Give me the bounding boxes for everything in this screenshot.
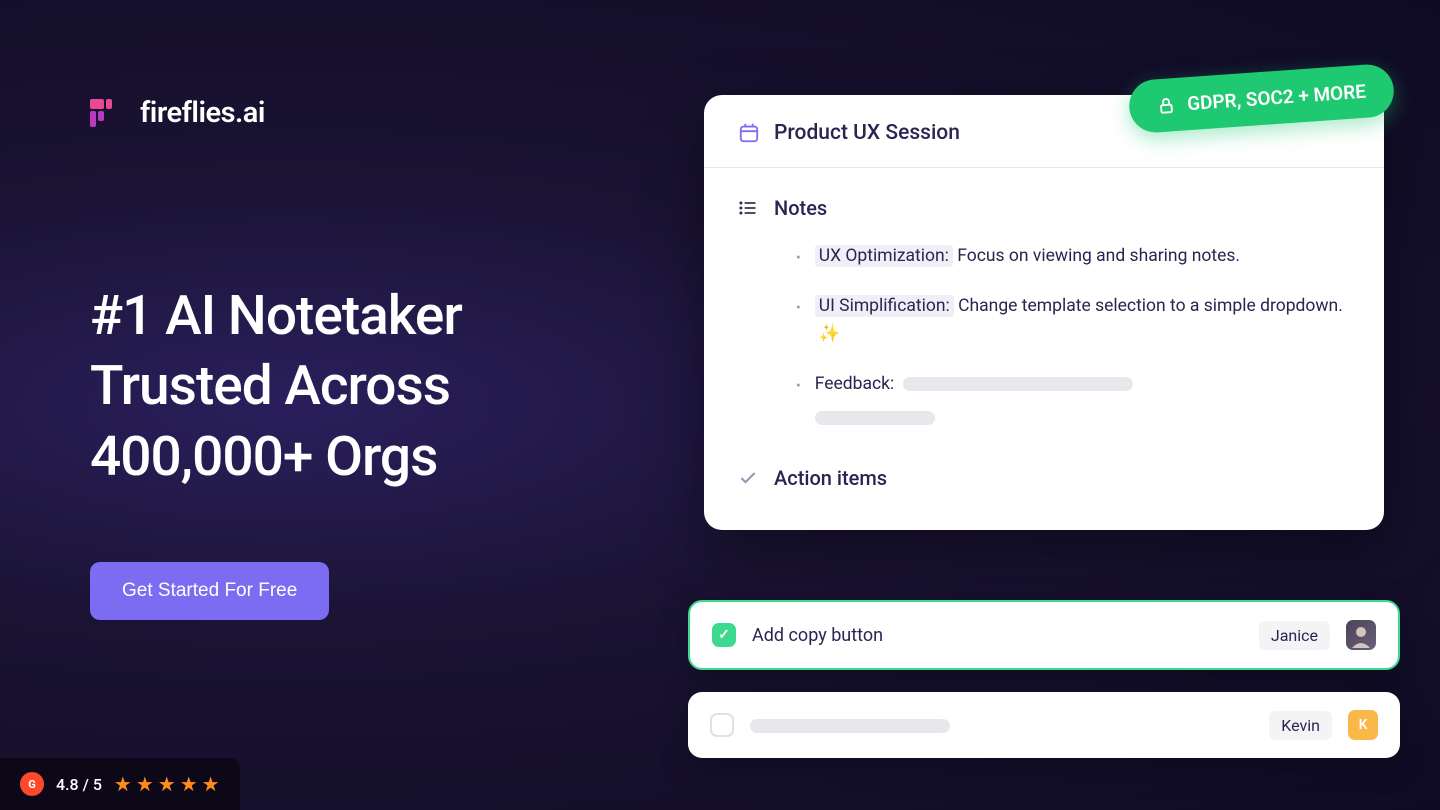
sparkle-icon: ✨ [819, 324, 841, 344]
assignee-tag[interactable]: Janice [1259, 621, 1330, 650]
lock-icon [1156, 96, 1175, 115]
bullet-icon: • [796, 375, 801, 426]
card-body: Notes • UX Optimization: Focus on viewin… [704, 168, 1384, 530]
rating-bar: G 4.8 / 5 ★ ★ ★ ★ ★ [0, 758, 240, 810]
action-item-card[interactable]: ✓ Add copy button Janice [688, 600, 1400, 670]
avatar[interactable]: K [1348, 710, 1378, 740]
brand-logo: fireflies.ai [90, 95, 650, 131]
skeleton-placeholder [815, 411, 935, 425]
rating-stars: ★ ★ ★ ★ ★ [114, 772, 220, 796]
bullet-icon: • [796, 297, 801, 348]
check-icon [738, 468, 758, 488]
calendar-icon [738, 122, 760, 144]
action-items-section: Action items [738, 466, 1350, 490]
note-content: UI Simplification: Change template selec… [815, 292, 1350, 348]
skeleton-placeholder [903, 377, 1133, 391]
brand-name: fireflies.ai [140, 96, 265, 130]
assignee-tag[interactable]: Kevin [1269, 711, 1332, 740]
note-item: • UX Optimization: Focus on viewing and … [796, 242, 1350, 270]
star-icon: ★ [114, 772, 132, 796]
action-checkbox[interactable]: ✓ [712, 623, 736, 647]
action-item-card[interactable]: Kevin K [688, 692, 1400, 758]
action-item-text [750, 715, 1253, 736]
notes-title: Notes [774, 196, 827, 220]
star-icon: ★ [202, 772, 220, 796]
avatar[interactable] [1346, 620, 1376, 650]
get-started-button[interactable]: Get Started For Free [90, 562, 329, 620]
compliance-text: GDPR, SOC2 + MORE [1186, 80, 1366, 115]
action-item-text: Add copy button [752, 625, 1243, 646]
rating-score: 4.8 / 5 [56, 775, 102, 794]
notes-header: Notes [738, 196, 1350, 220]
fireflies-logo-icon [90, 95, 126, 131]
list-icon [738, 198, 758, 218]
action-items-header: Action items [738, 466, 1350, 490]
g2-badge-icon: G [20, 772, 44, 796]
note-content: UX Optimization: Focus on viewing and sh… [815, 242, 1240, 270]
skeleton-placeholder [750, 719, 950, 733]
note-content: Feedback: [815, 370, 1133, 426]
notes-list: • UX Optimization: Focus on viewing and … [796, 242, 1350, 426]
note-item: • Feedback: [796, 370, 1350, 426]
star-icon: ★ [158, 772, 176, 796]
session-card: Product UX Session Notes • UX Optimizati… [704, 95, 1384, 530]
action-checkbox[interactable] [710, 713, 734, 737]
star-icon: ★ [136, 772, 154, 796]
hero-left: fireflies.ai #1 AI Notetaker Trusted Acr… [90, 95, 650, 620]
bullet-icon: • [796, 247, 801, 270]
action-cards-stack: ✓ Add copy button Janice Kevin K [688, 600, 1400, 780]
note-item: • UI Simplification: Change template sel… [796, 292, 1350, 348]
action-items-title: Action items [774, 466, 887, 490]
hero-headline: #1 AI Notetaker Trusted Across 400,000+ … [90, 281, 650, 492]
checkmark-icon: ✓ [718, 627, 730, 643]
star-icon: ★ [180, 772, 198, 796]
session-title: Product UX Session [774, 121, 960, 145]
